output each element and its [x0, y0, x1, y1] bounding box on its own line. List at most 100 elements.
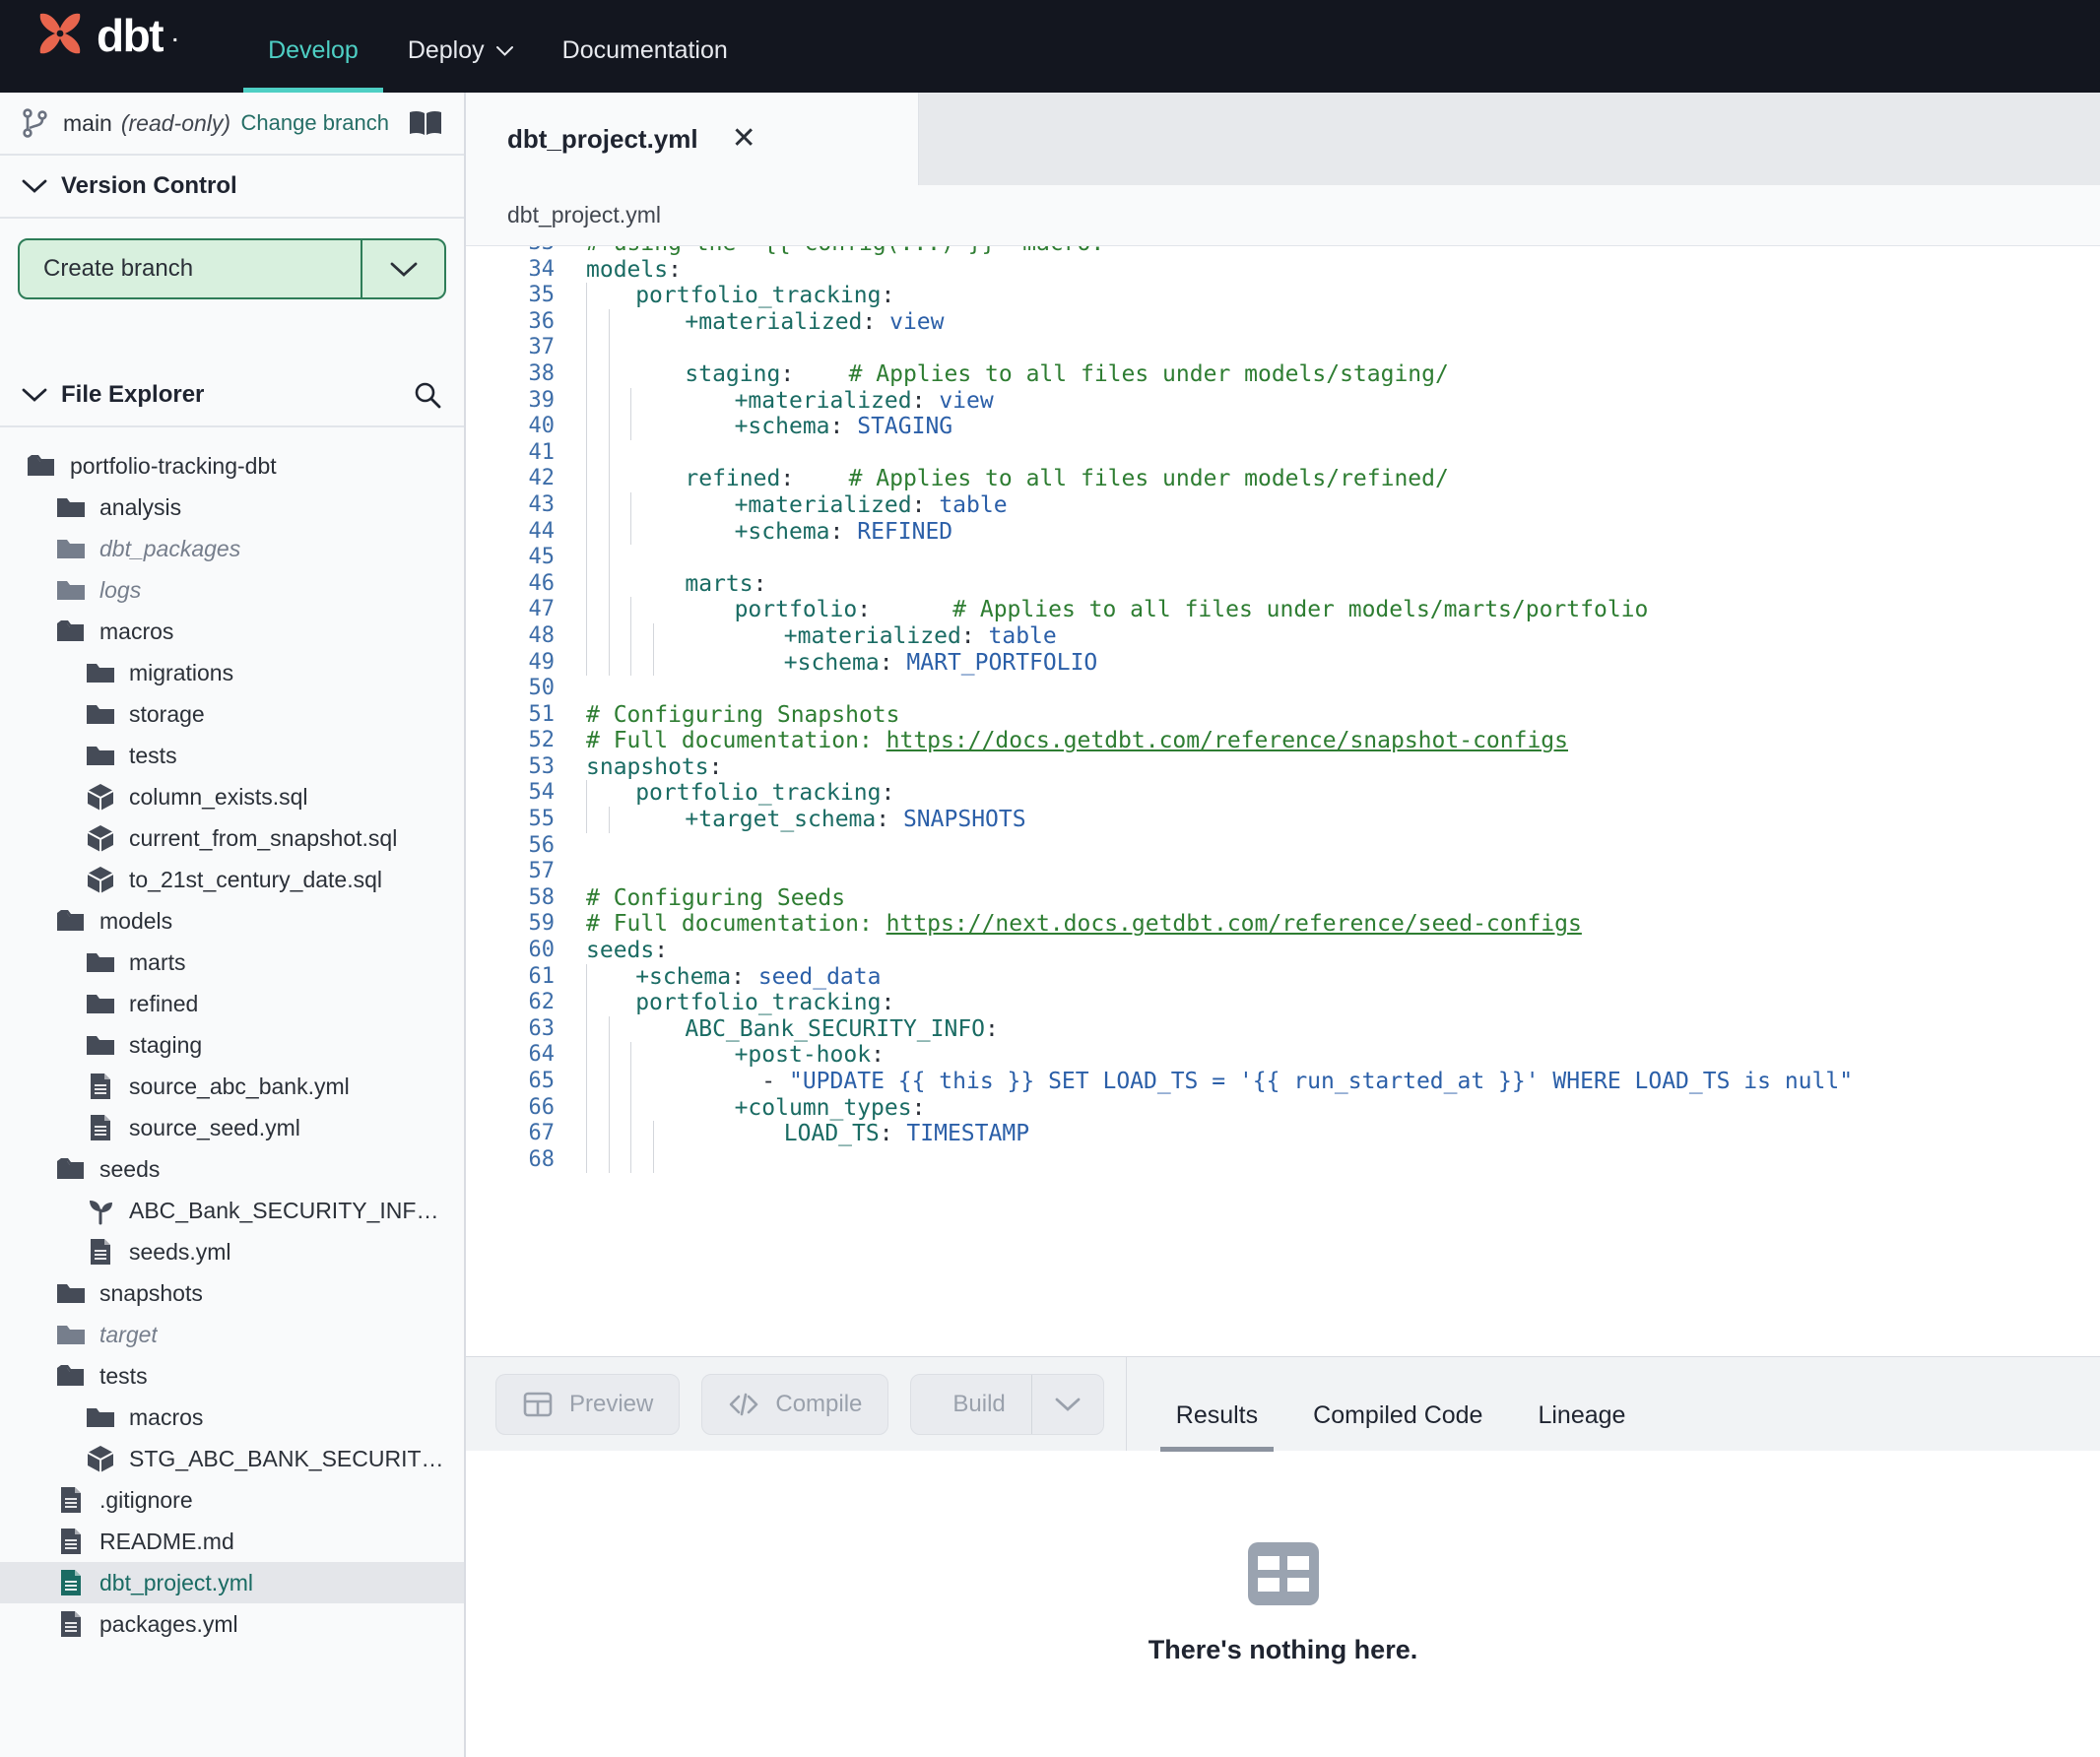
- version-control-header[interactable]: Version Control: [0, 156, 464, 219]
- line-number: 44: [528, 518, 556, 544]
- tree-item-label: dbt_packages: [99, 535, 241, 561]
- tree-item[interactable]: source_abc_bank.yml: [0, 1066, 464, 1107]
- book-icon[interactable]: [409, 110, 442, 136]
- code-text: +schema: MART_PORTFOLIO: [675, 650, 1098, 677]
- tree-item[interactable]: STG_ABC_BANK_SECURITY_INFO__NO_CLASH_D…: [0, 1438, 464, 1479]
- nav-item-documentation[interactable]: Documentation: [538, 36, 753, 93]
- tree-item[interactable]: tests: [0, 1355, 464, 1397]
- tree-item[interactable]: macros: [0, 1397, 464, 1438]
- nav-item-deploy[interactable]: Deploy: [383, 36, 538, 93]
- code-editor[interactable]: 33 # using the "{{ config(...) }}" macro.…: [466, 246, 2100, 1357]
- dbt-logo[interactable]: dbt .: [33, 0, 178, 93]
- tree-item[interactable]: marts: [0, 942, 464, 983]
- code-line[interactable]: 55 +target_schema: SNAPSHOTS: [466, 807, 2100, 833]
- tree-item[interactable]: seeds.yml: [0, 1231, 464, 1272]
- tree-item[interactable]: tests: [0, 735, 464, 776]
- tree-item[interactable]: analysis: [0, 487, 464, 528]
- tree-item[interactable]: migrations: [0, 652, 464, 693]
- editor-tab-dbt-project-yml[interactable]: dbt_project.yml ✕: [466, 93, 919, 185]
- tree-item[interactable]: macros: [0, 611, 464, 652]
- tree-item[interactable]: current_from_snapshot.sql: [0, 817, 464, 859]
- code-line[interactable]: 50: [466, 676, 2100, 702]
- code-line[interactable]: 34 models:: [466, 257, 2100, 284]
- tree-item[interactable]: dbt_packages: [0, 528, 464, 569]
- tree-item[interactable]: refined: [0, 983, 464, 1024]
- code-line[interactable]: 58 # Configuring Seeds: [466, 885, 2100, 912]
- change-branch-button[interactable]: Change branch: [241, 110, 389, 136]
- code-line[interactable]: 39 +materialized: view: [466, 387, 2100, 415]
- code-line[interactable]: 66 +column_types:: [466, 1094, 2100, 1122]
- code-content[interactable]: 33 # using the "{{ config(...) }}" macro.…: [466, 246, 2100, 1174]
- toolbar-divider: [1125, 1357, 1127, 1452]
- tree-item[interactable]: seeds: [0, 1148, 464, 1190]
- code-line[interactable]: 68: [466, 1146, 2100, 1174]
- tree-item[interactable]: snapshots: [0, 1272, 464, 1314]
- search-icon[interactable]: [413, 380, 442, 410]
- tree-item[interactable]: target: [0, 1314, 464, 1355]
- tree-item-label: target: [99, 1321, 158, 1347]
- code-line[interactable]: 40 +schema: STAGING: [466, 414, 2100, 440]
- code-line[interactable]: 65 - "UPDATE {{ this }} SET LOAD_TS = '{…: [466, 1069, 2100, 1095]
- code-line[interactable]: 62 portfolio_tracking:: [466, 990, 2100, 1016]
- tree-item[interactable]: dbt_project.yml: [0, 1562, 464, 1603]
- create-branch-button[interactable]: Create branch: [18, 238, 446, 299]
- tree-item[interactable]: to_21st_century_date.sql: [0, 859, 464, 900]
- code-line[interactable]: 44 +schema: REFINED: [466, 518, 2100, 546]
- indent-guide: [586, 963, 609, 991]
- code-line[interactable]: 61 +schema: seed_data: [466, 963, 2100, 991]
- tab-lineage[interactable]: Lineage: [1510, 1401, 1653, 1452]
- code-line[interactable]: 67 LOAD_TS: TIMESTAMP: [466, 1121, 2100, 1147]
- code-line[interactable]: 48 +materialized: table: [466, 622, 2100, 650]
- close-icon[interactable]: ✕: [732, 124, 756, 154]
- code-line[interactable]: 46 marts:: [466, 570, 2100, 598]
- tree-item[interactable]: packages.yml: [0, 1603, 464, 1645]
- code-line[interactable]: 38 staging: # Applies to all files under…: [466, 360, 2100, 388]
- code-line[interactable]: 51 # Configuring Snapshots: [466, 702, 2100, 729]
- file-tree[interactable]: portfolio-tracking-dbt analysis dbt_packag…: [0, 427, 464, 1757]
- indent-guides: [586, 649, 675, 677]
- tree-item[interactable]: ABC_Bank_SECURITY_INFO.csv: [0, 1190, 464, 1231]
- code-token: :: [881, 780, 895, 807]
- code-line[interactable]: 35 portfolio_tracking:: [466, 283, 2100, 309]
- code-line[interactable]: 63 ABC_Bank_SECURITY_INFO:: [466, 1015, 2100, 1043]
- nav-item-develop[interactable]: Develop: [243, 36, 383, 93]
- preview-button[interactable]: Preview: [495, 1373, 681, 1435]
- create-branch-dropdown-toggle[interactable]: [362, 260, 444, 278]
- tree-item[interactable]: column_exists.sql: [0, 776, 464, 817]
- tree-item[interactable]: storage: [0, 693, 464, 735]
- code-line[interactable]: 64 +post-hook:: [466, 1042, 2100, 1069]
- tab-compiled-code[interactable]: Compiled Code: [1285, 1401, 1510, 1452]
- code-line[interactable]: 57: [466, 859, 2100, 885]
- code-line[interactable]: 60 seeds:: [466, 938, 2100, 964]
- code-line[interactable]: 42 refined: # Applies to all files under…: [466, 466, 2100, 492]
- code-line[interactable]: 52 # Full documentation: https://docs.get…: [466, 728, 2100, 754]
- code-line[interactable]: 53 snapshots:: [466, 754, 2100, 781]
- file-icon: [61, 1487, 81, 1513]
- code-line[interactable]: 47 portfolio: # Applies to all files und…: [466, 597, 2100, 623]
- code-line[interactable]: 49 +schema: MART_PORTFOLIO: [466, 649, 2100, 677]
- tree-item[interactable]: README.md: [0, 1521, 464, 1562]
- tree-item[interactable]: logs: [0, 569, 464, 611]
- tree-item[interactable]: portfolio-tracking-dbt: [0, 445, 464, 487]
- branch-bar: main (read-only) Change branch: [0, 93, 464, 156]
- code-line[interactable]: 36 +materialized: view: [466, 308, 2100, 336]
- compile-button[interactable]: Compile: [701, 1373, 889, 1435]
- code-line[interactable]: 56: [466, 833, 2100, 860]
- build-dropdown-toggle[interactable]: [1032, 1375, 1103, 1434]
- tree-item[interactable]: .gitignore: [0, 1479, 464, 1521]
- code-line[interactable]: 37: [466, 335, 2100, 361]
- build-button[interactable]: Build: [911, 1375, 1030, 1434]
- tree-item[interactable]: staging: [0, 1024, 464, 1066]
- code-line[interactable]: 54 portfolio_tracking:: [466, 780, 2100, 808]
- code-line[interactable]: 41: [466, 439, 2100, 467]
- file-explorer-header[interactable]: File Explorer: [0, 364, 464, 427]
- tree-item[interactable]: source_seed.yml: [0, 1107, 464, 1148]
- code-line[interactable]: 45: [466, 545, 2100, 571]
- code-token: portfolio_tracking: [608, 780, 882, 807]
- code-line[interactable]: 33 # using the "{{ config(...) }}" macro.: [466, 246, 2100, 257]
- dbt-logo-icon: [39, 13, 81, 54]
- tree-item[interactable]: models: [0, 900, 464, 942]
- tab-results[interactable]: Results: [1148, 1401, 1285, 1452]
- code-line[interactable]: 43 +materialized: table: [466, 491, 2100, 519]
- code-line[interactable]: 59 # Full documentation: https://next.doc…: [466, 911, 2100, 938]
